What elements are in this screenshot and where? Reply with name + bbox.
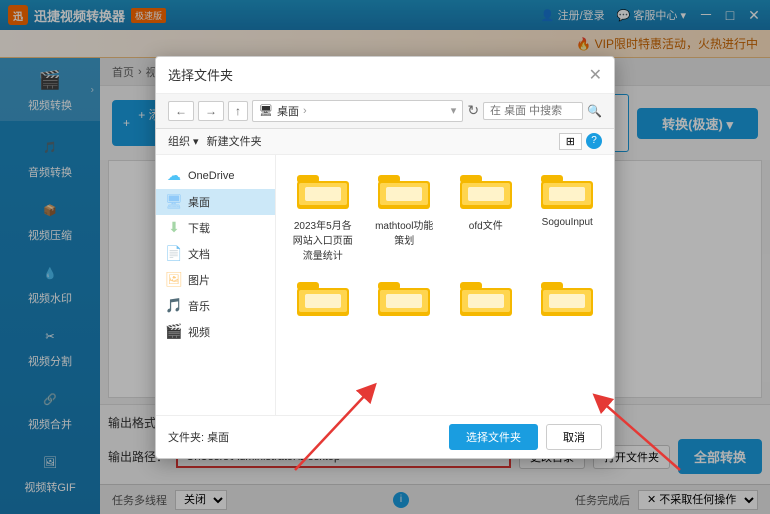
file-item-6[interactable] bbox=[451, 274, 521, 324]
dialog-overlay: 选择文件夹 ✕ ← → ↑ 🖥 桌面 › ▾ ↻ 🔍 组织 bbox=[0, 0, 770, 514]
pics-icon: 🖼 bbox=[166, 272, 182, 288]
docs-icon: 📄 bbox=[166, 246, 182, 262]
dialog-folder-label: 文件夹: 桌面 bbox=[168, 429, 229, 445]
folder-svg-5 bbox=[376, 274, 432, 320]
dialog-close-btn[interactable]: ✕ bbox=[589, 65, 602, 85]
dsidebar-onedrive-label: OneDrive bbox=[188, 170, 234, 182]
folder-svg-1 bbox=[376, 167, 432, 213]
video-icon: 🎬 bbox=[166, 324, 182, 340]
dsidebar-music[interactable]: 🎵 音乐 bbox=[156, 293, 275, 319]
folder-svg-7 bbox=[539, 274, 595, 320]
dsidebar-onedrive[interactable]: ☁ OneDrive bbox=[156, 163, 275, 189]
dsidebar-video[interactable]: 🎬 视频 bbox=[156, 319, 275, 345]
info-help-icon[interactable]: ? bbox=[586, 133, 602, 149]
dialog-select-btn[interactable]: 选择文件夹 bbox=[449, 424, 538, 450]
file-picker-dialog: 选择文件夹 ✕ ← → ↑ 🖥 桌面 › ▾ ↻ 🔍 组织 bbox=[155, 56, 615, 459]
folder-svg-0 bbox=[295, 167, 351, 213]
refresh-btn[interactable]: ↻ bbox=[467, 102, 479, 119]
dialog-body: ☁ OneDrive 🖥 桌面 ⬇ 下载 📄 文档 bbox=[156, 155, 614, 415]
folder-svg-2 bbox=[458, 167, 514, 213]
nav-back-btn[interactable]: ← bbox=[168, 101, 194, 121]
file-item-0[interactable]: 2023年5月各网站入口页面流量统计 bbox=[288, 167, 358, 262]
organize-btn[interactable]: 组织 ▾ bbox=[168, 133, 199, 149]
dsidebar-desktop[interactable]: 🖥 桌面 bbox=[156, 189, 275, 215]
file-item-3[interactable]: SogouInput bbox=[533, 167, 603, 262]
folder-svg-3 bbox=[539, 167, 595, 213]
dsidebar-docs-label: 文档 bbox=[188, 246, 210, 262]
nav-location: 桌面 bbox=[277, 103, 299, 119]
file-label-1: mathtool功能策划 bbox=[372, 217, 436, 247]
view-btns: ⊞ ? bbox=[559, 133, 602, 150]
dsidebar-download[interactable]: ⬇ 下载 bbox=[156, 215, 275, 241]
dialog-title-bar: 选择文件夹 ✕ bbox=[156, 57, 614, 94]
dialog-bottom: 文件夹: 桌面 选择文件夹 取消 bbox=[156, 415, 614, 458]
dsidebar-pics[interactable]: 🖼 图片 bbox=[156, 267, 275, 293]
file-item-5[interactable] bbox=[370, 274, 440, 324]
search-input[interactable] bbox=[483, 102, 583, 120]
download-icon: ⬇ bbox=[166, 220, 182, 236]
file-label-0: 2023年5月各网站入口页面流量统计 bbox=[291, 217, 355, 262]
dsidebar-video-label: 视频 bbox=[188, 324, 210, 340]
nav-forward-btn[interactable]: → bbox=[198, 101, 224, 121]
view-grid-btn[interactable]: ⊞ bbox=[559, 133, 582, 150]
new-folder-btn[interactable]: 新建文件夹 bbox=[207, 133, 262, 149]
dialog-files-grid: 2023年5月各网站入口页面流量统计 mathtool功能策划 bbox=[276, 155, 614, 415]
desktop-icon: 🖥 bbox=[166, 194, 182, 210]
file-item-4[interactable] bbox=[288, 274, 358, 324]
onedrive-icon: ☁ bbox=[166, 168, 182, 184]
dialog-sidebar: ☁ OneDrive 🖥 桌面 ⬇ 下载 📄 文档 bbox=[156, 155, 276, 415]
dsidebar-download-label: 下载 bbox=[188, 220, 210, 236]
file-item-1[interactable]: mathtool功能策划 bbox=[370, 167, 440, 262]
file-item-2[interactable]: ofd文件 bbox=[451, 167, 521, 262]
dialog-toolbar: 组织 ▾ 新建文件夹 ⊞ ? bbox=[156, 129, 614, 155]
folder-svg-4 bbox=[295, 274, 351, 320]
dialog-actions: 选择文件夹 取消 bbox=[449, 424, 602, 450]
location-icon: 🖥 bbox=[259, 104, 273, 117]
nav-up-btn[interactable]: ↑ bbox=[228, 101, 248, 121]
folder-svg-6 bbox=[458, 274, 514, 320]
file-item-7[interactable] bbox=[533, 274, 603, 324]
dsidebar-docs[interactable]: 📄 文档 bbox=[156, 241, 275, 267]
dsidebar-desktop-label: 桌面 bbox=[188, 194, 210, 210]
dialog-nav: ← → ↑ 🖥 桌面 › ▾ ↻ 🔍 bbox=[156, 94, 614, 129]
dialog-cancel-btn[interactable]: 取消 bbox=[546, 424, 602, 450]
file-label-2: ofd文件 bbox=[469, 217, 503, 232]
nav-sep: › bbox=[303, 105, 307, 117]
nav-path-box: 🖥 桌面 › ▾ bbox=[252, 100, 463, 122]
dialog-title-text: 选择文件夹 bbox=[168, 65, 233, 84]
search-icon: 🔍 bbox=[587, 104, 602, 118]
music-icon: 🎵 bbox=[166, 298, 182, 314]
dsidebar-pics-label: 图片 bbox=[188, 272, 210, 288]
file-label-3: SogouInput bbox=[542, 217, 593, 228]
chevron-down-icon: ▾ bbox=[451, 104, 457, 117]
dsidebar-music-label: 音乐 bbox=[188, 298, 210, 314]
app-wrapper: 迅 迅捷视频转换器 极速版 👤 注册/登录 💬 客服中心 ▾ － □ ✕ 🔥 V… bbox=[0, 0, 770, 514]
